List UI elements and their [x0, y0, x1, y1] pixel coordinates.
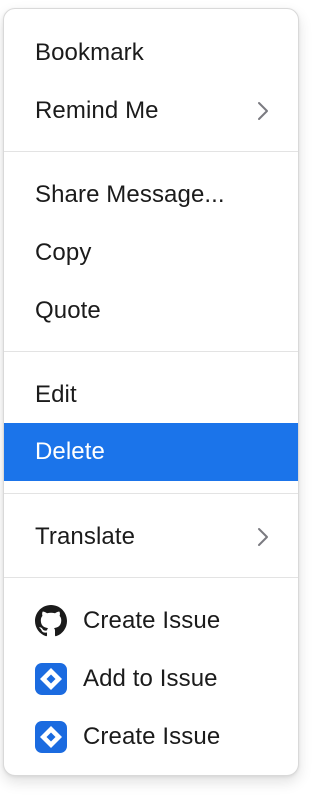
menu-item-label: Copy [35, 239, 92, 266]
menu-item-bookmark[interactable]: Bookmark [4, 24, 298, 82]
menu-item-label: Delete [35, 438, 105, 465]
menu-item-label: Translate [35, 523, 136, 550]
menu-item-label: Bookmark [35, 39, 144, 66]
menu-item-label: Quote [35, 297, 101, 324]
menu-item-copy[interactable]: Copy [4, 224, 298, 282]
menu-item-share-message[interactable]: Share Message... [4, 166, 298, 224]
menu-item-delete[interactable]: Delete [4, 423, 298, 481]
menu-item-label: Edit [35, 381, 77, 408]
menu-item-jira-create-issue[interactable]: Create Issue [4, 708, 298, 766]
menu-item-label: Share Message... [35, 181, 225, 208]
jira-icon [35, 663, 67, 695]
menu-item-label: Remind Me [35, 97, 159, 124]
menu-item-label: Create Issue [83, 723, 221, 750]
menu-item-remind-me[interactable]: Remind Me [4, 82, 298, 140]
menu-divider [4, 493, 298, 494]
menu-item-add-to-issue[interactable]: Add to Issue [4, 650, 298, 708]
context-menu: Bookmark Remind Me Share Message... Copy… [3, 8, 299, 776]
menu-divider [4, 351, 298, 352]
chevron-right-icon [256, 526, 270, 548]
menu-item-label: Add to Issue [83, 665, 218, 692]
menu-item-github-create-issue[interactable]: Create Issue [4, 592, 298, 650]
github-icon [35, 605, 67, 637]
menu-divider [4, 577, 298, 578]
chevron-right-icon [256, 100, 270, 122]
menu-divider [4, 151, 298, 152]
menu-item-quote[interactable]: Quote [4, 282, 298, 340]
jira-icon [35, 721, 67, 753]
menu-item-translate[interactable]: Translate [4, 508, 298, 566]
menu-item-edit[interactable]: Edit [4, 366, 298, 424]
menu-item-label: Create Issue [83, 607, 221, 634]
